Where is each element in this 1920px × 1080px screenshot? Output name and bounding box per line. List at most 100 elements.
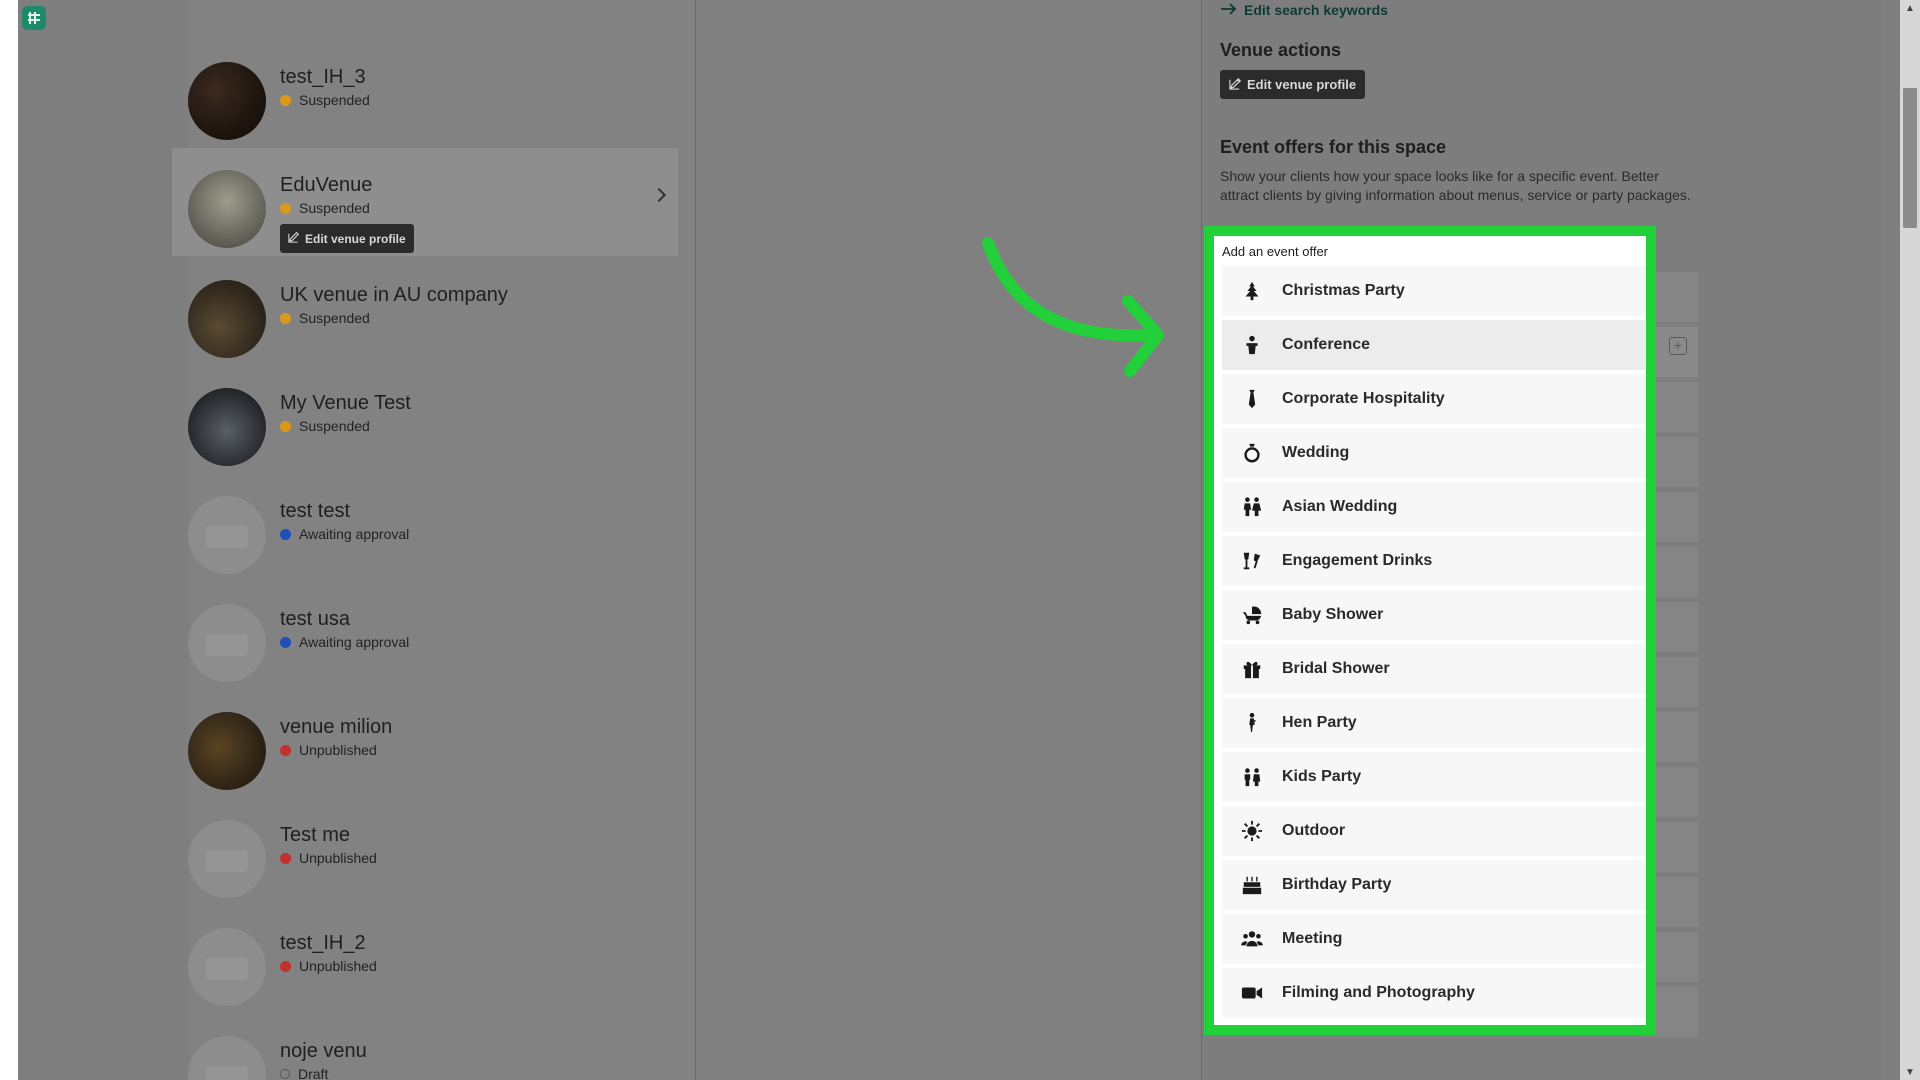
sun-icon <box>1222 820 1282 842</box>
edit-venue-profile-button[interactable]: Edit venue profile <box>1220 70 1366 99</box>
page-scrollbar[interactable]: ▲ ▼ <box>1900 0 1920 1080</box>
event-offer-label: Kids Party <box>1282 768 1362 785</box>
venue-list-item[interactable]: test usa Awaiting approval <box>172 582 678 690</box>
edit-search-keywords-link[interactable]: Edit search keywords <box>1220 2 1388 18</box>
venue-name: test_IH_3 <box>280 66 366 88</box>
venue-status: Suspended <box>280 310 370 326</box>
event-offer-option[interactable]: Kids Party <box>1222 752 1646 806</box>
scroll-up-arrow-icon[interactable]: ▲ <box>1900 0 1920 16</box>
venue-list-item[interactable]: UK venue in AU company Suspended <box>172 258 678 366</box>
event-offer-option[interactable]: Corporate Hospitality <box>1222 374 1646 428</box>
venue-list-item[interactable]: My Venue Test Suspended <box>172 366 678 474</box>
venue-list-item[interactable]: test_IH_3 Suspended <box>172 40 678 148</box>
venue-list-item[interactable]: noje venu Draft <box>172 1014 678 1080</box>
venue-status: Awaiting approval <box>280 526 409 542</box>
event-offer-label: Outdoor <box>1282 822 1346 839</box>
event-offer-option[interactable]: Hen Party <box>1222 698 1646 752</box>
venue-avatar <box>188 820 266 898</box>
venue-avatar <box>188 712 266 790</box>
venue-avatar <box>188 280 266 358</box>
venue-status-label: Unpublished <box>299 742 377 758</box>
status-dot-icon <box>280 852 291 864</box>
edit-icon <box>288 231 300 246</box>
venue-avatar <box>188 62 266 140</box>
baby-carriage-icon <box>1222 604 1282 626</box>
status-dot-icon <box>280 94 291 106</box>
venue-status: Unpublished <box>280 958 377 974</box>
event-offer-option[interactable]: Outdoor <box>1222 806 1646 860</box>
arrow-right-icon <box>1220 2 1238 18</box>
event-offer-option[interactable]: Birthday Party <box>1222 860 1646 914</box>
venue-status: Awaiting approval <box>280 634 409 650</box>
app-logo-icon[interactable] <box>22 6 46 30</box>
event-offer-option[interactable]: Baby Shower <box>1222 590 1646 644</box>
venue-status: Draft <box>280 1066 328 1080</box>
sidebar <box>18 0 190 1080</box>
event-offer-option[interactable]: Meeting <box>1222 914 1646 968</box>
birthday-cake-icon <box>1222 874 1282 896</box>
venue-status-label: Unpublished <box>299 958 377 974</box>
status-dot-icon <box>280 960 291 972</box>
event-offer-label: Bridal Shower <box>1282 660 1390 677</box>
event-offer-label: Birthday Party <box>1282 876 1392 893</box>
venue-status-label: Suspended <box>299 418 370 434</box>
event-offer-option[interactable]: Wedding <box>1222 428 1646 482</box>
event-offer-option[interactable]: Engagement Drinks <box>1222 536 1646 590</box>
status-dot-icon <box>280 312 291 324</box>
venue-status-label: Unpublished <box>299 850 377 866</box>
chevron-right-icon[interactable] <box>651 187 667 203</box>
event-offer-label: Corporate Hospitality <box>1282 390 1445 407</box>
woman-icon <box>1222 712 1282 734</box>
gift-icon <box>1222 658 1282 680</box>
event-offer-label: Hen Party <box>1282 714 1357 731</box>
scrollbar-thumb[interactable] <box>1903 88 1917 228</box>
ring-icon <box>1222 442 1282 464</box>
venue-status: Unpublished <box>280 742 377 758</box>
event-offer-option[interactable]: Conference <box>1222 320 1646 374</box>
scroll-down-arrow-icon[interactable]: ▼ <box>1900 1064 1920 1080</box>
venue-status-label: Awaiting approval <box>299 634 410 650</box>
event-offer-option[interactable]: Asian Wedding <box>1222 482 1646 536</box>
venue-name: test usa <box>280 608 351 630</box>
event-offer-label: Asian Wedding <box>1282 498 1398 515</box>
christmas-tree-icon <box>1222 280 1282 302</box>
event-offers-heading: Event offers for this space <box>1220 137 1447 157</box>
annotation-arrow-icon <box>982 237 1164 377</box>
venue-status-label: Suspended <box>299 310 370 326</box>
event-offers-description: Show your clients how your space looks l… <box>1220 168 1691 203</box>
venue-avatar <box>188 1036 266 1080</box>
venue-list-item[interactable]: EduVenue Suspended Edit venue profile <box>172 148 678 256</box>
venue-name: Test me <box>280 824 351 846</box>
conference-speaker-icon <box>1222 334 1282 356</box>
venue-list-item[interactable]: Test me Unpublished <box>172 798 678 906</box>
venue-name: noje venu <box>280 1040 367 1062</box>
glasses-cheers-icon <box>1222 550 1282 572</box>
people-group-icon <box>1222 928 1282 950</box>
event-offer-label: Christmas Party <box>1282 282 1405 299</box>
venue-status-label: Suspended <box>299 200 370 216</box>
dropdown-title: Add an event offer <box>1222 244 1329 259</box>
window-gutter <box>0 0 18 1080</box>
couple-icon <box>1222 496 1282 518</box>
venue-list-item[interactable]: venue milion Unpublished <box>172 690 678 798</box>
edit-search-keywords-label: Edit search keywords <box>1244 2 1388 18</box>
status-dot-icon <box>280 528 291 540</box>
add-offer-plus-icon[interactable]: + <box>1669 337 1687 355</box>
venue-actions-heading: Venue actions <box>1220 40 1342 60</box>
venue-name: EduVenue <box>280 174 373 196</box>
status-dot-icon <box>280 202 291 214</box>
event-offer-option[interactable]: Filming and Photography <box>1222 968 1646 1022</box>
venue-status: Unpublished <box>280 850 377 866</box>
event-offer-option[interactable]: Bridal Shower <box>1222 644 1646 698</box>
venue-avatar <box>188 928 266 1006</box>
venue-status: Suspended <box>280 200 370 216</box>
venue-list-item[interactable]: test_IH_2 Unpublished <box>172 906 678 1014</box>
venue-edit-profile-button[interactable]: Edit venue profile <box>280 224 414 253</box>
venue-avatar <box>188 170 266 248</box>
status-dot-icon <box>280 1069 290 1079</box>
venue-status: Suspended <box>280 92 370 108</box>
venue-name: test_IH_2 <box>280 932 366 954</box>
venue-list-item[interactable]: test test Awaiting approval <box>172 474 678 582</box>
event-offer-label: Filming and Photography <box>1282 984 1475 1001</box>
event-offer-option[interactable]: Christmas Party <box>1222 266 1646 320</box>
